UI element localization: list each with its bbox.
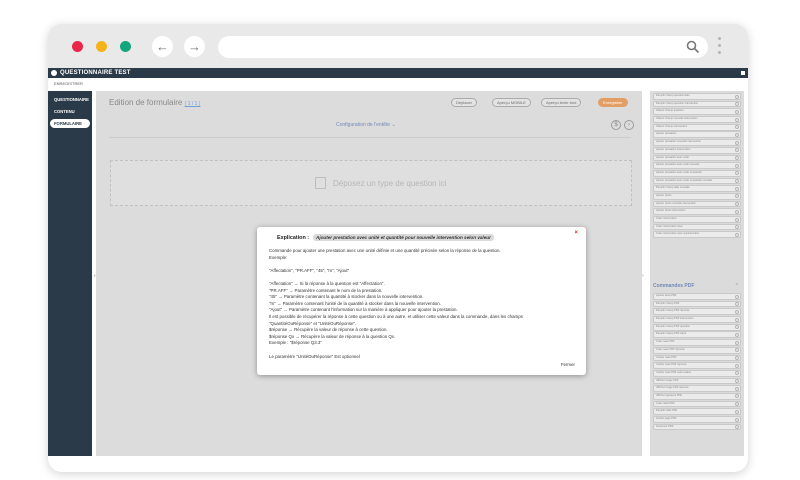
modal-heading: Explication : [277, 235, 310, 241]
close-button[interactable]: Fermer [561, 362, 575, 367]
sidebar: QUESTIONNAIRE CONTENU FORMULAIRE [48, 91, 92, 456]
maximize-window-dot[interactable] [120, 41, 131, 52]
sidebar-item-contenu[interactable]: CONTENU [50, 107, 90, 116]
command-name-badge: Ajouter prestation avec unité et quantit… [313, 234, 494, 241]
modal-line: "Affectation" → Si la réponse à la quest… [269, 280, 385, 286]
minimize-window-dot[interactable] [96, 41, 107, 52]
modal-line [269, 261, 575, 268]
modal-line: Il est possible de récupérer la réponse … [269, 313, 523, 319]
browser-chrome: ← → [48, 24, 748, 68]
modal-line: "QuantitéOuRéponse" et "UnitéOuRéponse". [269, 320, 357, 326]
app-title: QUESTIONNAIRE TEST [60, 70, 131, 76]
modal-line: "m" → Paramètre contenant l'unité de la … [269, 300, 441, 306]
modal-line: "Affectation", "PR.AFF", "45", "m", "Ajo… [269, 267, 350, 273]
close-icon[interactable]: × [574, 230, 578, 236]
modal-line [269, 347, 575, 354]
save-link[interactable]: ENREGISTRER [54, 81, 83, 86]
modal-body: Commande pour ajouter une prestation ave… [269, 248, 575, 360]
modal-line: "PR.AFF" → Paramètre contenant le nom de… [269, 287, 383, 293]
sub-header: ENREGISTRER [48, 78, 748, 88]
modal-line [269, 274, 575, 281]
arrow-left-icon[interactable]: ← [152, 36, 173, 57]
modal-line: "45" → Paramètre contenant la quantité à… [269, 294, 424, 300]
modal-line: $réponse Qx → Récupère la valeur de répo… [269, 333, 396, 339]
modal-line: Exemple : "$réponse Q3.3" [269, 340, 322, 346]
close-window-dot[interactable] [72, 41, 83, 52]
sidebar-item-questionnaire[interactable]: QUESTIONNAIRE [50, 95, 90, 104]
modal-line: Exemple: [269, 254, 288, 260]
arrow-right-icon[interactable]: → [184, 36, 205, 57]
browser-window: ← → QUESTIONNAIRE TEST ENREGISTRER QUEST… [48, 24, 748, 472]
modal-line: Le paramètre "UnitéOuRéponse" Est option… [269, 353, 360, 359]
explanation-modal: × Explication : Ajouter prestation avec … [257, 227, 586, 375]
app-menu-icon[interactable] [741, 71, 745, 75]
page-footer [48, 460, 748, 472]
sidebar-item-formulaire[interactable]: FORMULAIRE [50, 119, 90, 128]
modal-line: Commande pour ajouter une prestation ave… [269, 248, 501, 253]
search-icon[interactable] [686, 40, 700, 54]
app-header: QUESTIONNAIRE TEST [48, 68, 748, 78]
modal-line: $réponse → Récupère la valeur de réponse… [269, 327, 388, 333]
app-logo-icon [51, 70, 57, 76]
browser-menu-icon[interactable] [718, 37, 722, 58]
modal-line: "Ajout" → Paramètre contenant l'informat… [269, 307, 458, 313]
page-viewport: QUESTIONNAIRE TEST ENREGISTRER QUESTIONN… [48, 68, 748, 472]
address-bar[interactable] [218, 36, 708, 58]
